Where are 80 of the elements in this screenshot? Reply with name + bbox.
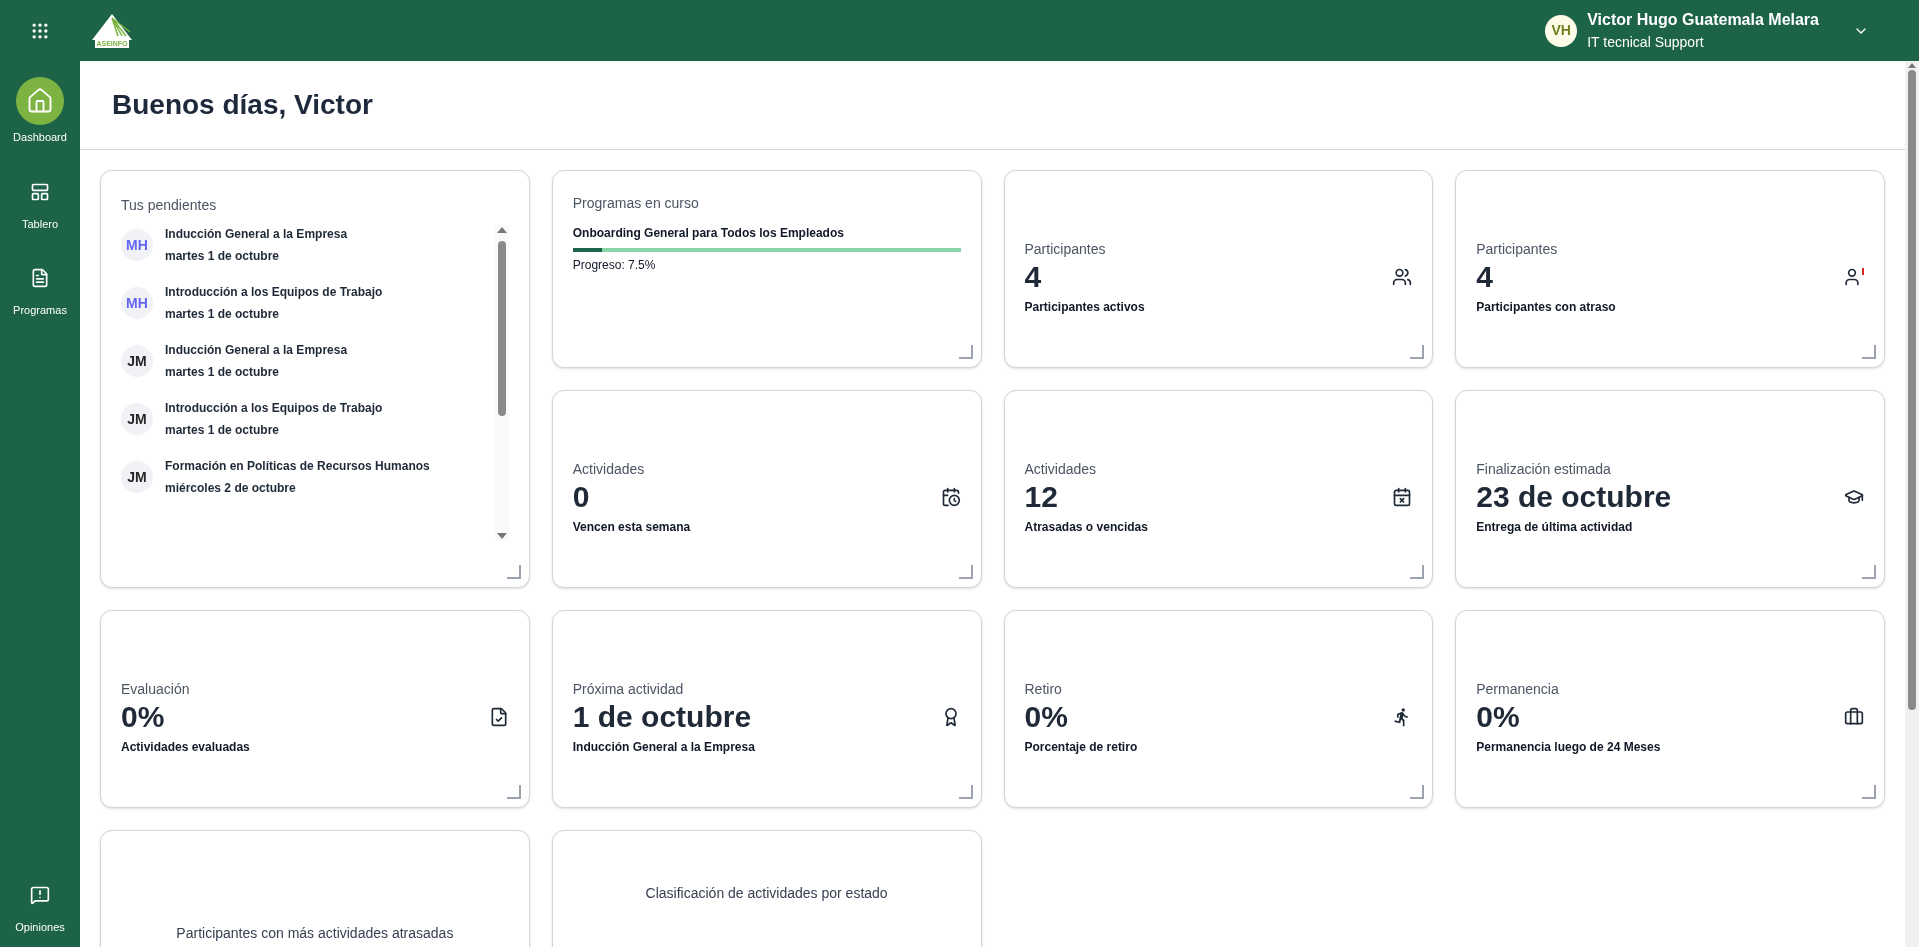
person-alert-icon (1842, 267, 1864, 287)
initials-avatar: JM (121, 403, 153, 435)
resize-handle-icon[interactable] (1862, 785, 1876, 799)
stat-value: 4 (1476, 259, 1494, 294)
card-label: Actividades (572, 459, 646, 479)
stat-value: 0% (121, 699, 166, 734)
stat-value: 0 (572, 479, 591, 514)
sidebar-item[interactable]: Dashboard (4, 73, 76, 150)
task-date: martes 1 de octubre (165, 306, 281, 323)
resize-handle-icon[interactable] (1410, 345, 1425, 359)
sidebar-item[interactable]: Tablero (4, 167, 76, 236)
calendar-x-icon (1392, 487, 1413, 507)
scrollbar[interactable] (494, 225, 509, 541)
card-label: Actividades (1024, 459, 1098, 479)
task-date: martes 1 de octubre (165, 422, 281, 439)
task-title: Introducción a los Equipos de Trabajo (165, 284, 383, 301)
home-icon (26, 87, 54, 115)
stat-value: 0% (1476, 699, 1521, 734)
resize-handle-icon[interactable] (1410, 785, 1425, 799)
resize-handle-icon[interactable] (958, 785, 973, 799)
resize-handle-icon[interactable] (1862, 565, 1876, 579)
program-name: Onboarding General para Todos los Empleados (572, 225, 845, 242)
card-label: Evaluación (121, 679, 191, 699)
stat-caption: Atrasadas o vencidas (1024, 518, 1149, 536)
card-title: Participantes con más actividades atrasadas (176, 924, 454, 943)
stat-caption: Permanencia luego de 24 Meses (1476, 738, 1662, 756)
stat-value: 0% (1024, 699, 1069, 734)
resize-handle-icon[interactable] (506, 785, 521, 799)
user-name: Victor Hugo Guatemala Melara (1587, 10, 1819, 30)
document-icon (30, 268, 50, 288)
stat-value: 4 (1024, 259, 1043, 294)
card-label: Finalización estimada (1476, 459, 1612, 479)
stat-caption: Vencen esta semana (572, 518, 692, 536)
progress-text: Progreso: 7.5% (572, 257, 657, 274)
card-label: Próxima actividad (572, 679, 685, 699)
page-scrollbar[interactable] (1905, 61, 1919, 947)
card-label: Participantes (1024, 239, 1107, 259)
initials-avatar: MH (121, 287, 153, 319)
initials-avatar: JM (121, 345, 153, 377)
task-date: miércoles 2 de octubre (165, 480, 297, 497)
task-title: Introducción a los Equipos de Trabajo (165, 400, 383, 417)
task-title: Inducción General a la Empresa (165, 342, 348, 359)
resize-handle-icon[interactable] (958, 345, 973, 359)
stat-value: 23 de octubre (1476, 479, 1673, 514)
card-title: Tus pendientes (121, 197, 217, 213)
card-label: Participantes (1476, 239, 1559, 259)
sidebar-item[interactable]: Programas (4, 254, 76, 323)
user-role: IT tecnical Support (1587, 33, 1705, 52)
stat-caption: Entrega de última actividad (1476, 518, 1634, 536)
resize-handle-icon[interactable] (958, 565, 973, 579)
stat-value: 1 de octubre (572, 699, 753, 734)
users-icon (1392, 267, 1413, 287)
card-label: Permanencia (1476, 679, 1560, 699)
initials-avatar: MH (121, 229, 153, 261)
user-avatar[interactable]: VH (1545, 14, 1578, 47)
resize-handle-icon[interactable] (1862, 345, 1876, 359)
card-label: Retiro (1024, 679, 1063, 699)
initials-avatar: JM (121, 461, 153, 493)
greeting-title: Buenos días, Victor (112, 88, 373, 122)
stat-caption: Actividades evaluadas (121, 738, 251, 756)
task-title: Formación en Políticas de Recursos Humanos (165, 458, 430, 475)
task-title: Inducción General a la Empresa (165, 226, 348, 243)
task-date: martes 1 de octubre (165, 364, 281, 381)
calendar-clock-icon (940, 487, 961, 507)
board-icon (30, 181, 50, 202)
chart-title: Clasificación de actividades por estado (645, 884, 888, 903)
logo-triangle-icon (92, 13, 132, 40)
stat-value: 12 (1024, 479, 1059, 514)
stat-caption: Porcentaje de retiro (1024, 738, 1139, 756)
sidebar-item[interactable]: Opiniones (4, 870, 76, 939)
feedback-icon (30, 884, 50, 905)
stat-caption: Inducción General a la Empresa (572, 738, 756, 756)
resize-handle-icon[interactable] (1410, 565, 1425, 579)
graduation-cap-icon (1844, 487, 1864, 507)
resize-handle-icon[interactable] (506, 565, 521, 579)
stat-caption: Participantes activos (1024, 298, 1146, 316)
briefcase-icon (1844, 707, 1864, 727)
stat-caption: Participantes con atraso (1476, 298, 1617, 316)
task-date: martes 1 de octubre (165, 248, 281, 265)
card-title: Programas en curso (572, 194, 700, 213)
